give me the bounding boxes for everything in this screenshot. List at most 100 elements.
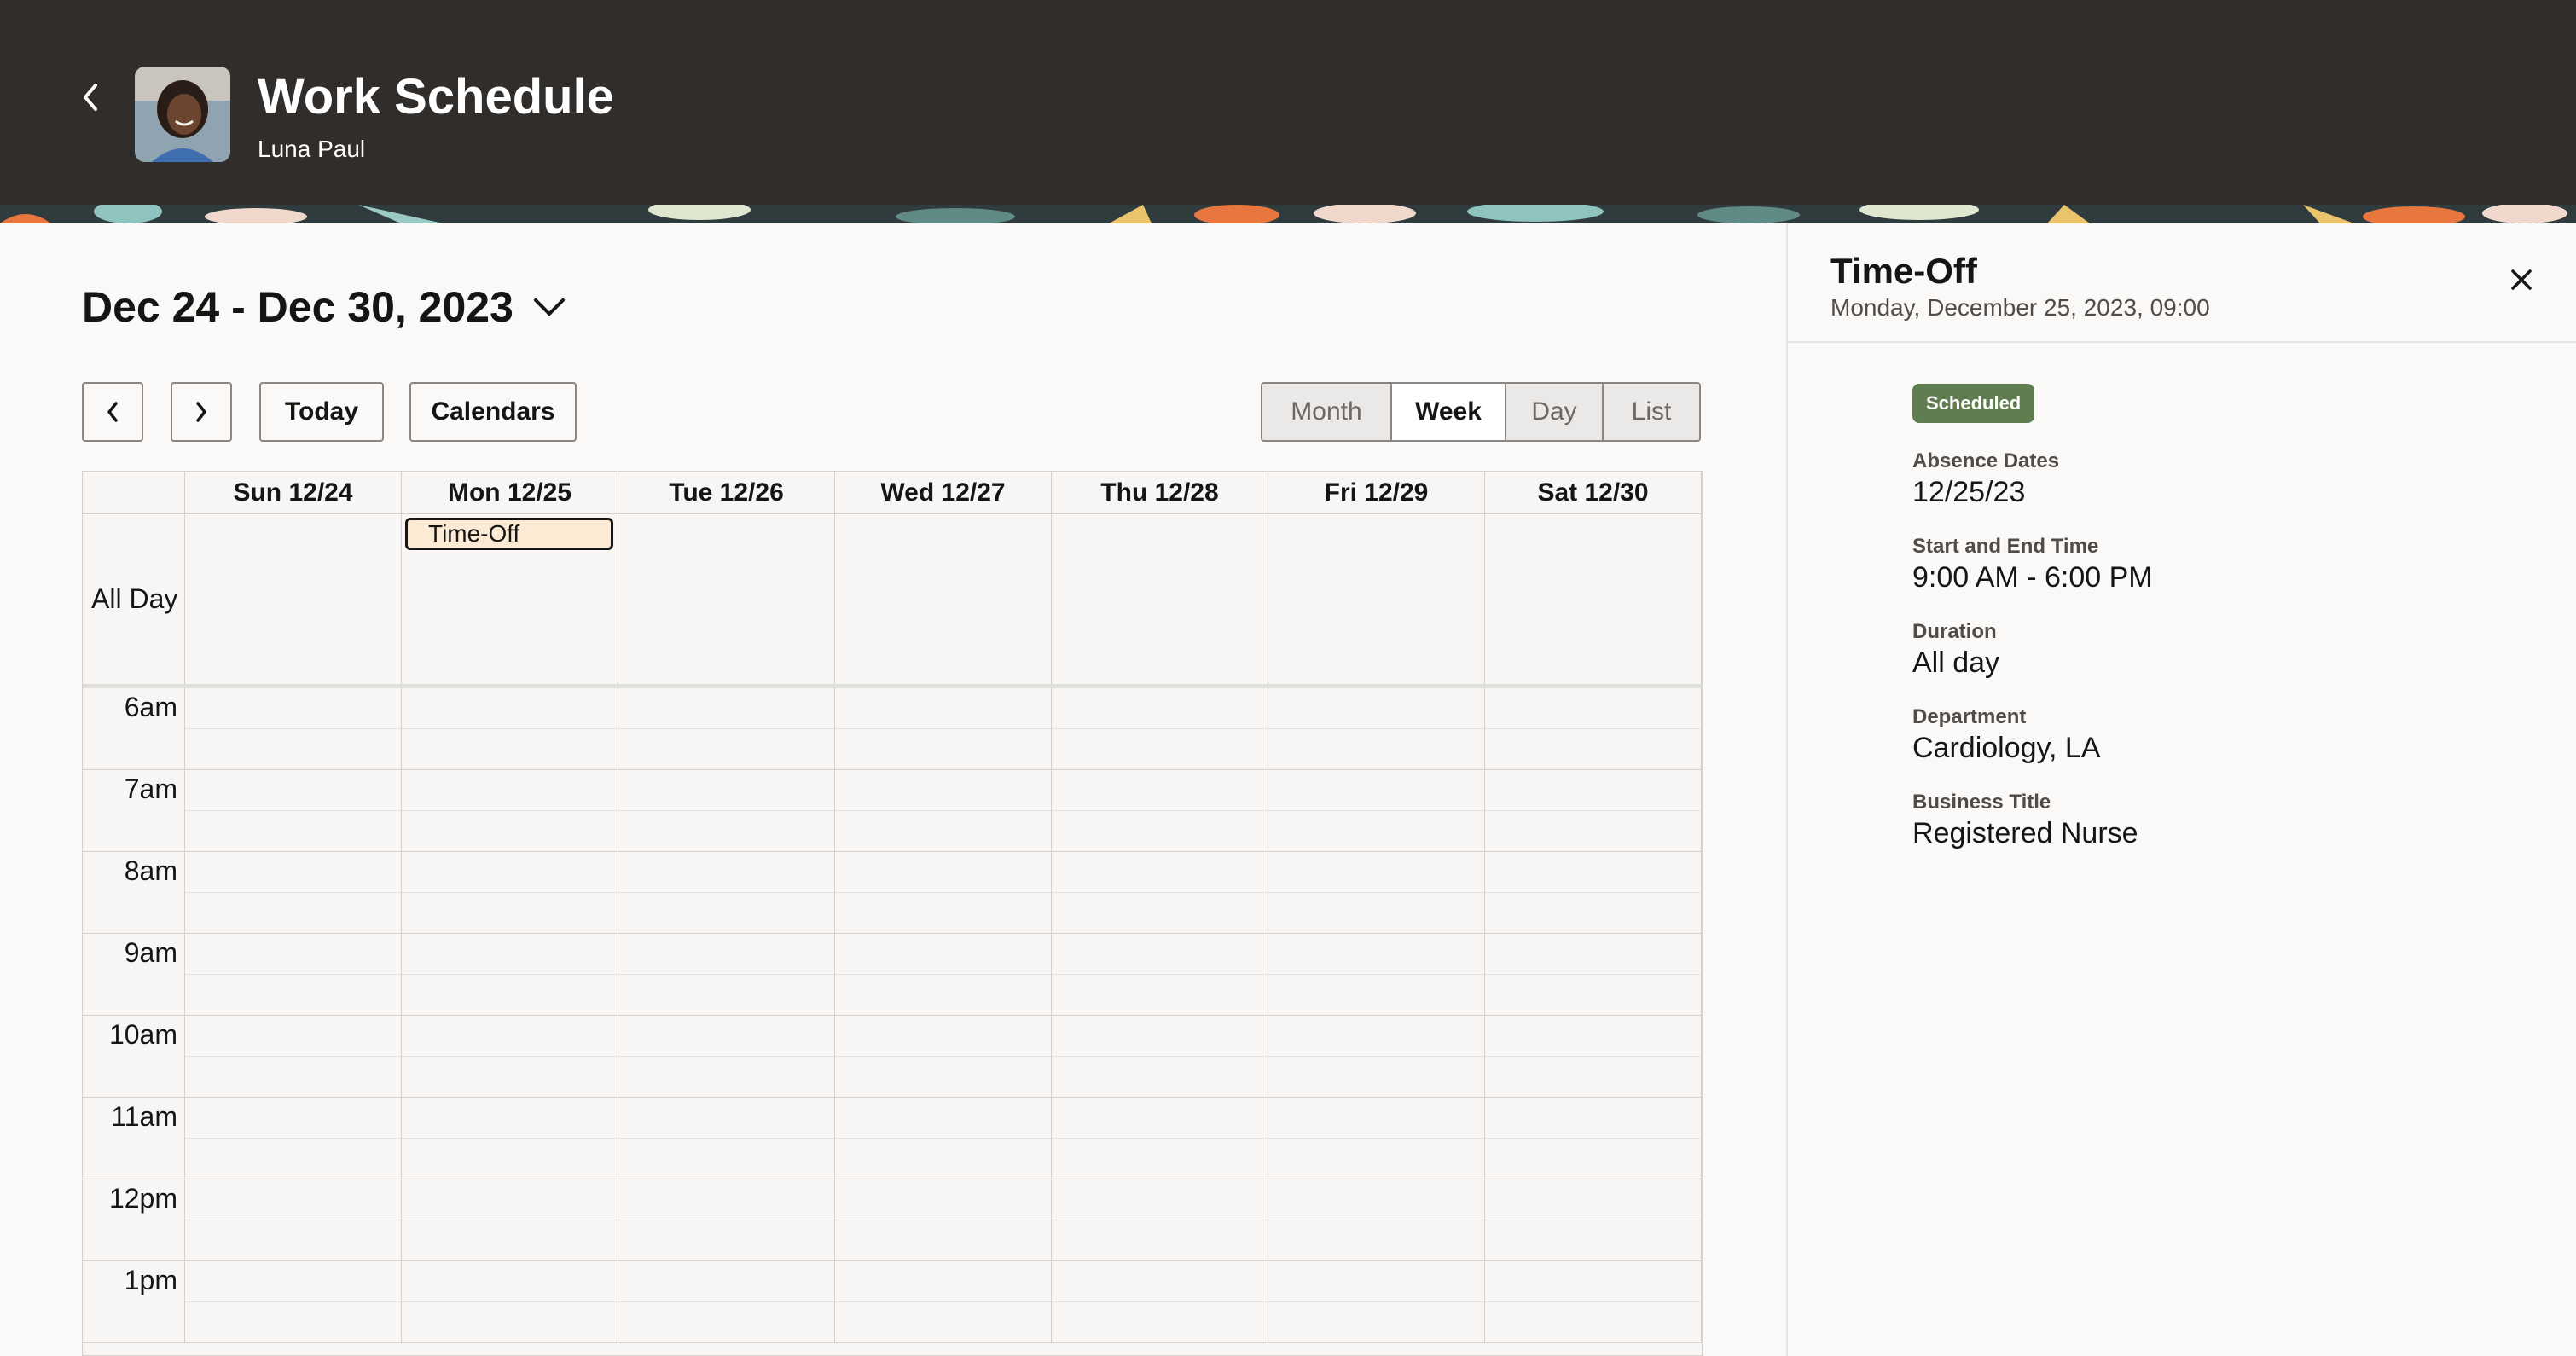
time-slot-mon[interactable]	[402, 852, 618, 934]
field-value: Registered Nurse	[1912, 817, 2138, 849]
all-day-cell-tue[interactable]	[618, 514, 835, 684]
time-slot-sun[interactable]	[185, 1179, 402, 1261]
field-value: 9:00 AM - 6:00 PM	[1912, 561, 2153, 594]
time-slot-sat[interactable]	[1485, 1261, 1702, 1343]
time-slot-thu[interactable]	[1052, 688, 1268, 770]
hour-label: 8am	[83, 852, 185, 934]
time-slot-wed[interactable]	[835, 770, 1052, 852]
time-slot-tue[interactable]	[618, 1261, 835, 1343]
view-day-button[interactable]: Day	[1506, 384, 1604, 440]
time-slot-fri[interactable]	[1268, 934, 1485, 1016]
date-range-selector[interactable]: Dec 24 - Dec 30, 2023	[82, 278, 566, 336]
time-slot-sun[interactable]	[185, 1261, 402, 1343]
time-slot-sat[interactable]	[1485, 770, 1702, 852]
time-slot-wed[interactable]	[835, 934, 1052, 1016]
time-slot-sat[interactable]	[1485, 1016, 1702, 1098]
time-slot-sun[interactable]	[185, 688, 402, 770]
field-value: 12/25/23	[1912, 476, 2026, 508]
time-slot-thu[interactable]	[1052, 770, 1268, 852]
field-label: Business Title	[1912, 791, 2051, 814]
time-slot-wed[interactable]	[835, 688, 1052, 770]
day-header-sat: Sat 12/30	[1485, 472, 1702, 513]
time-slot-mon[interactable]	[402, 1261, 618, 1343]
panel-title: Time-Off	[1830, 251, 1977, 291]
time-slot-sun[interactable]	[185, 934, 402, 1016]
all-day-cell-thu[interactable]	[1052, 514, 1268, 684]
business-title-field: Business Title Registered Nurse	[1912, 790, 2138, 851]
hour-label: 1pm	[83, 1261, 185, 1343]
time-slot-tue[interactable]	[618, 934, 835, 1016]
hour-label: 7am	[83, 770, 185, 852]
time-slot-sat[interactable]	[1485, 1098, 1702, 1179]
time-slot-fri[interactable]	[1268, 1261, 1485, 1343]
field-label: Absence Dates	[1912, 449, 2060, 472]
absence-dates-field: Absence Dates 12/25/23	[1912, 449, 2059, 510]
time-slot-mon[interactable]	[402, 770, 618, 852]
all-day-label: All Day	[83, 514, 185, 684]
time-slot-thu[interactable]	[1052, 1098, 1268, 1179]
all-day-cell-wed[interactable]	[835, 514, 1052, 684]
view-week-button[interactable]: Week	[1392, 384, 1506, 440]
app-header: Work Schedule Luna Paul	[0, 0, 2576, 205]
time-slot-sat[interactable]	[1485, 1179, 1702, 1261]
time-slot-fri[interactable]	[1268, 852, 1485, 934]
calendar-header-row: Sun 12/24 Mon 12/25 Tue 12/26 Wed 12/27 …	[83, 472, 1702, 514]
time-slot-tue[interactable]	[618, 770, 835, 852]
time-slot-mon[interactable]	[402, 1016, 618, 1098]
time-slot-sat[interactable]	[1485, 934, 1702, 1016]
view-month-button[interactable]: Month	[1262, 384, 1392, 440]
time-slot-fri[interactable]	[1268, 1098, 1485, 1179]
time-slot-sun[interactable]	[185, 770, 402, 852]
time-slot-sun[interactable]	[185, 1016, 402, 1098]
all-day-cell-sat[interactable]	[1485, 514, 1702, 684]
time-slot-fri[interactable]	[1268, 688, 1485, 770]
time-slot-thu[interactable]	[1052, 852, 1268, 934]
hour-label: 6am	[83, 688, 185, 770]
view-switcher: Month Week Day List	[1261, 382, 1701, 442]
time-slot-sun[interactable]	[185, 852, 402, 934]
view-list-button[interactable]: List	[1604, 384, 1699, 440]
time-slot-sat[interactable]	[1485, 688, 1702, 770]
time-slot-fri[interactable]	[1268, 770, 1485, 852]
panel-divider	[1788, 341, 2576, 343]
calendars-button[interactable]: Calendars	[409, 382, 577, 442]
time-slot-tue[interactable]	[618, 688, 835, 770]
field-label: Department	[1912, 705, 2027, 728]
field-label: Duration	[1912, 620, 1997, 643]
today-button[interactable]: Today	[259, 382, 384, 442]
time-slot-thu[interactable]	[1052, 1261, 1268, 1343]
all-day-cell-sun[interactable]	[185, 514, 402, 684]
time-slot-sat[interactable]	[1485, 852, 1702, 934]
time-slot-tue[interactable]	[618, 1179, 835, 1261]
time-slot-wed[interactable]	[835, 1098, 1052, 1179]
day-header-tue: Tue 12/26	[618, 472, 835, 513]
time-slot-mon[interactable]	[402, 688, 618, 770]
time-slot-wed[interactable]	[835, 1179, 1052, 1261]
time-slot-mon[interactable]	[402, 934, 618, 1016]
previous-week-button[interactable]	[82, 382, 143, 442]
time-slot-mon[interactable]	[402, 1098, 618, 1179]
close-button[interactable]	[2504, 263, 2538, 297]
time-slot-wed[interactable]	[835, 852, 1052, 934]
back-button[interactable]	[75, 78, 106, 116]
time-slot-tue[interactable]	[618, 852, 835, 934]
hour-label: 12pm	[83, 1179, 185, 1261]
time-slot-mon[interactable]	[402, 1179, 618, 1261]
time-slot-thu[interactable]	[1052, 1016, 1268, 1098]
next-week-button[interactable]	[171, 382, 232, 442]
all-day-cell-mon[interactable]: Time-Off	[402, 514, 618, 684]
time-slot-fri[interactable]	[1268, 1016, 1485, 1098]
all-day-cell-fri[interactable]	[1268, 514, 1485, 684]
field-value: All day	[1912, 646, 2000, 679]
time-slot-wed[interactable]	[835, 1261, 1052, 1343]
time-slot-sun[interactable]	[185, 1098, 402, 1179]
time-slot-thu[interactable]	[1052, 934, 1268, 1016]
day-header-fri: Fri 12/29	[1268, 472, 1485, 513]
hour-label: 10am	[83, 1016, 185, 1098]
time-slot-tue[interactable]	[618, 1098, 835, 1179]
time-slot-tue[interactable]	[618, 1016, 835, 1098]
time-slot-thu[interactable]	[1052, 1179, 1268, 1261]
time-slot-fri[interactable]	[1268, 1179, 1485, 1261]
time-slot-wed[interactable]	[835, 1016, 1052, 1098]
time-off-event[interactable]: Time-Off	[405, 518, 613, 550]
